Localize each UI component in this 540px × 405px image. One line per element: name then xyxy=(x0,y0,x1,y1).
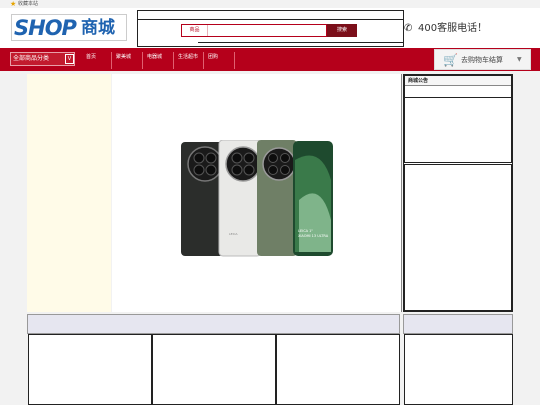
star-icon[interactable]: ★ xyxy=(10,0,16,8)
search-button[interactable]: 搜索 xyxy=(327,24,357,37)
site-logo[interactable]: SHOP 商城 xyxy=(11,14,127,41)
search-category-select[interactable]: 商品 xyxy=(182,25,208,36)
banner-phones-image[interactable]: LEICA LEICA 1" XIAOMI 13 ULTRA xyxy=(181,140,333,257)
nav-item-supermarket[interactable]: 生活超市 xyxy=(175,52,204,69)
svg-text:LEICA: LEICA xyxy=(229,232,239,236)
nav-item-groupbuy[interactable]: 团购 xyxy=(205,52,235,69)
search-box: 商品 xyxy=(181,24,327,37)
service-hotline: 400客服电话！ xyxy=(418,23,488,34)
product-cell[interactable] xyxy=(152,334,276,405)
phone-white: LEICA xyxy=(218,140,262,257)
section-header-bar-right xyxy=(403,314,513,334)
section-header-bar xyxy=(27,314,400,334)
cart-button[interactable]: 🛒 去购物车结算 ▼ xyxy=(434,49,531,70)
nav-item-jumei[interactable]: 聚美城 xyxy=(113,52,143,69)
category-sidebar xyxy=(27,74,111,312)
add-favorite-link[interactable]: 收藏本站 xyxy=(18,0,38,8)
right-cell xyxy=(404,334,513,405)
divider xyxy=(198,42,403,43)
logo-text-cn: 商城 xyxy=(81,18,115,38)
nav-item-electronics[interactable]: 电器城 xyxy=(144,52,174,69)
svg-text:XIAOMI 13 ULTRA: XIAOMI 13 ULTRA xyxy=(298,234,329,238)
right-panel xyxy=(404,164,512,311)
notice-tabs xyxy=(405,86,511,98)
nav-item-home[interactable]: 首页 xyxy=(83,52,112,69)
logo-text-shop: SHOP xyxy=(14,16,77,40)
cart-label: 去购物车结算 xyxy=(461,56,503,64)
top-bar: ★ 收藏本站 xyxy=(0,0,540,8)
phone-icon: ✆ xyxy=(404,23,413,34)
all-categories-label: 全部商品分类 xyxy=(13,55,50,62)
divider xyxy=(138,19,403,20)
phone-green xyxy=(257,140,297,256)
notice-panel: 商城公告 xyxy=(404,75,512,163)
chevron-down-icon: ▼ xyxy=(517,56,522,63)
product-cell[interactable] xyxy=(28,334,152,405)
all-categories-button[interactable]: 全部商品分类 V xyxy=(10,52,75,66)
phone-front: LEICA 1" XIAOMI 13 ULTRA xyxy=(293,141,333,256)
chevron-down-icon: V xyxy=(65,54,74,64)
svg-text:LEICA 1": LEICA 1" xyxy=(298,229,313,233)
product-cell[interactable] xyxy=(276,334,400,405)
search-input[interactable] xyxy=(209,25,327,36)
notice-title[interactable]: 商城公告 xyxy=(405,76,511,86)
cart-icon: 🛒 xyxy=(443,53,458,67)
phone-black xyxy=(181,142,223,256)
